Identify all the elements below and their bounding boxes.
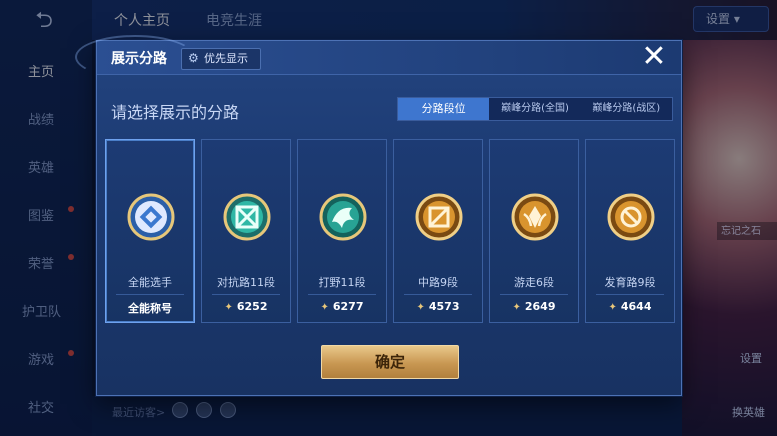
lane-score: ✦ 4573 xyxy=(416,300,460,313)
mid-lane-badge-icon xyxy=(415,193,463,241)
lane-label: 游走6段 xyxy=(514,276,554,289)
score-icon: ✦ xyxy=(416,302,425,313)
lane-card-clash[interactable]: 对抗路11段 ✦ 6252 xyxy=(201,139,291,323)
select-lane-prompt: 请选择展示的分路 xyxy=(111,103,240,122)
jungle-badge-icon xyxy=(319,193,367,241)
divider xyxy=(212,294,280,295)
divider xyxy=(500,294,568,295)
lane-label: 对抗路11段 xyxy=(217,276,275,289)
tab-peak-region[interactable]: 巅峰分路(战区) xyxy=(581,98,672,120)
lane-label: 打野11段 xyxy=(318,276,366,289)
lane-score: ✦ 2649 xyxy=(512,300,556,313)
confirm-button[interactable]: 确定 xyxy=(321,345,459,379)
lane-label: 发育路9段 xyxy=(604,276,656,289)
clash-lane-badge-icon xyxy=(223,193,271,241)
lane-card-roam[interactable]: 游走6段 ✦ 2649 xyxy=(489,139,579,323)
tab-lane-rank[interactable]: 分路段位 xyxy=(398,98,490,120)
lane-display-dialog: 展示分路 ⚙ 优先显示 ✕ 请选择展示的分路 分路段位 巅峰分路(全国) 巅峰分… xyxy=(75,35,682,396)
score-icon: ✦ xyxy=(224,302,233,313)
roam-badge-icon xyxy=(511,193,559,241)
lane-score: ✦ 6252 xyxy=(224,300,268,313)
lane-label: 全能选手 xyxy=(128,276,172,289)
lane-card-mid[interactable]: 中路9段 ✦ 4573 xyxy=(393,139,483,323)
gear-icon: ⚙ xyxy=(188,51,199,65)
priority-display-button[interactable]: ⚙ 优先显示 xyxy=(181,48,261,70)
score-icon: ✦ xyxy=(608,302,617,313)
all-round-badge-icon xyxy=(127,193,175,241)
close-icon[interactable]: ✕ xyxy=(639,42,669,73)
divider xyxy=(116,294,184,295)
score-icon: ✦ xyxy=(512,302,521,313)
score-icon: ✦ xyxy=(320,302,329,313)
divider xyxy=(404,294,472,295)
lane-score: ✦ 6277 xyxy=(320,300,364,313)
dialog-header: 展示分路 ⚙ 优先显示 ✕ xyxy=(75,35,681,79)
tab-peak-national[interactable]: 巅峰分路(全国) xyxy=(489,98,580,120)
lane-label: 中路9段 xyxy=(418,276,458,289)
lane-score: ✦ 4644 xyxy=(608,300,652,313)
lane-card-jungle[interactable]: 打野11段 ✦ 6277 xyxy=(297,139,387,323)
lane-card-farm[interactable]: 发育路9段 ✦ 4644 xyxy=(585,139,675,323)
lane-card-all-round[interactable]: 全能选手 全能称号 xyxy=(105,139,195,323)
divider xyxy=(596,294,664,295)
dialog-title: 展示分路 xyxy=(111,51,167,67)
farm-lane-badge-icon xyxy=(607,193,655,241)
lane-type-tabs: 分路段位 巅峰分路(全国) 巅峰分路(战区) xyxy=(397,97,673,121)
divider xyxy=(308,294,376,295)
lane-cards: 全能选手 全能称号 对抗路11段 ✦ 6252 打野11段 ✦ 6277 中路9… xyxy=(105,139,675,323)
lane-score: 全能称号 xyxy=(128,302,172,315)
